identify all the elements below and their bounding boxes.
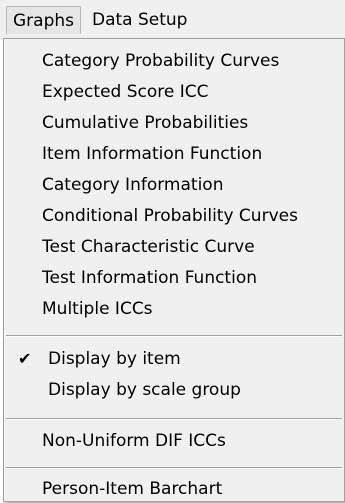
menu-separator [6, 467, 342, 469]
checkmark-icon: ✔ [18, 349, 32, 368]
menu-item-category-probability-curves[interactable]: Category Probability Curves [4, 47, 344, 75]
menu-item-label: Display by scale group [48, 380, 241, 400]
menu-item-label: Category Information [42, 175, 224, 195]
menu-separator [6, 335, 342, 337]
menu-item-label: Test Characteristic Curve [42, 237, 255, 257]
menu-separator [6, 418, 342, 420]
menu-bar: Graphs Data Setup [0, 0, 345, 40]
menu-item-multiple-iccs[interactable]: Multiple ICCs [4, 295, 344, 323]
menu-item-label: Test Information Function [42, 268, 257, 288]
menu-item-label: Cumulative Probabilities [42, 113, 249, 133]
menu-item-category-information[interactable]: Category Information [4, 171, 344, 199]
menu-item-expected-score-icc[interactable]: Expected Score ICC [4, 78, 344, 106]
menu-item-conditional-probability-curves[interactable]: Conditional Probability Curves [4, 202, 344, 230]
menu-item-person-item-barchart[interactable]: Person-Item Barchart [4, 475, 344, 503]
menu-data-setup[interactable]: Data Setup [86, 6, 193, 34]
menu-item-item-information-function[interactable]: Item Information Function [4, 140, 344, 168]
menu-item-label: Multiple ICCs [42, 299, 153, 319]
menu-item-label: Item Information Function [42, 144, 263, 164]
menu-item-display-by-item[interactable]: ✔ Display by item [4, 345, 344, 373]
menu-item-display-by-scale-group[interactable]: Display by scale group [4, 376, 344, 404]
menu-graphs-label: Graphs [13, 11, 75, 31]
graphs-dropdown-menu: Category Probability Curves Expected Sco… [3, 38, 345, 502]
menu-item-label: Non-Uniform DIF ICCs [42, 431, 226, 451]
menu-item-test-information-function[interactable]: Test Information Function [4, 264, 344, 292]
menu-item-non-uniform-dif-iccs[interactable]: Non-Uniform DIF ICCs [4, 427, 344, 455]
menu-data-setup-label: Data Setup [92, 10, 188, 30]
menu-item-cumulative-probabilities[interactable]: Cumulative Probabilities [4, 109, 344, 137]
menu-item-label: Expected Score ICC [42, 82, 209, 102]
menu-item-label: Conditional Probability Curves [42, 206, 298, 226]
menu-item-label: Category Probability Curves [42, 51, 280, 71]
menu-item-label: Person-Item Barchart [42, 479, 223, 499]
menu-item-label: Display by item [48, 349, 181, 369]
menu-graphs[interactable]: Graphs [6, 6, 82, 34]
menu-item-test-characteristic-curve[interactable]: Test Characteristic Curve [4, 233, 344, 261]
